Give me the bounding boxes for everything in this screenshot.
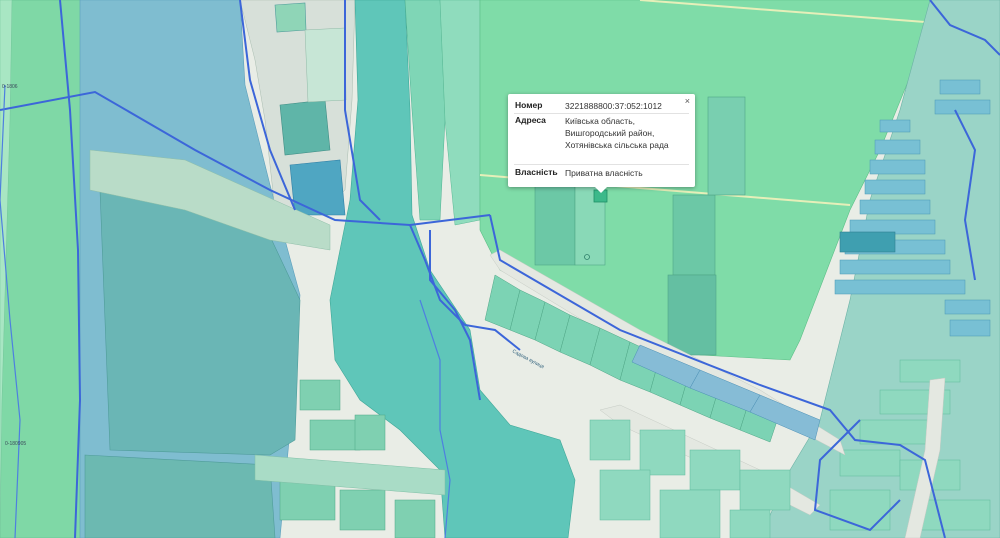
- popup-ownership-label: Власність: [515, 167, 558, 177]
- parcel-highlight-dark[interactable]: [839, 231, 896, 253]
- popup-number-value: 3221888800:37:052:1012: [565, 101, 662, 111]
- popup-row-address: Адреса Київська область, Вишгородський р…: [515, 115, 689, 151]
- popup-ownership-value: Приватна власність: [565, 168, 643, 178]
- parcel-house-2[interactable]: [279, 99, 331, 156]
- parcel-house-4[interactable]: [304, 27, 347, 103]
- popup-address-value: Київська область, Вишгородський район, Х…: [565, 116, 669, 150]
- parcel-info-popup: × Номер 3221888800:37:052:1012 Адреса Ки…: [508, 94, 695, 193]
- parcel-strip-e[interactable]: [707, 96, 746, 196]
- popup-row-number: Номер 3221888800:37:052:1012: [515, 100, 689, 112]
- popup-divider: [514, 113, 689, 114]
- parcel-left-strip[interactable]: [0, 0, 86, 538]
- road-label-bottom: 0-180905: [5, 441, 26, 447]
- parcel-house-3[interactable]: [289, 159, 346, 216]
- road-label-top: 0-1806: [2, 84, 18, 90]
- parcel-house-1[interactable]: [274, 2, 307, 33]
- parcel-strip-d[interactable]: [667, 274, 717, 356]
- cadastral-map[interactable]: 0-1806 0-180905 Садова вулиця: [0, 0, 1000, 538]
- popup-pointer: [595, 187, 607, 193]
- popup-address-label: Адреса: [515, 115, 546, 125]
- popup-row-ownership: Власність Приватна власність: [515, 167, 689, 179]
- parcel-strip-c[interactable]: [672, 194, 716, 276]
- popup-number-label: Номер: [515, 100, 543, 110]
- parcel-lower-left[interactable]: [84, 454, 276, 538]
- popup-divider: [514, 164, 689, 165]
- parcel-strip-a[interactable]: [534, 179, 576, 266]
